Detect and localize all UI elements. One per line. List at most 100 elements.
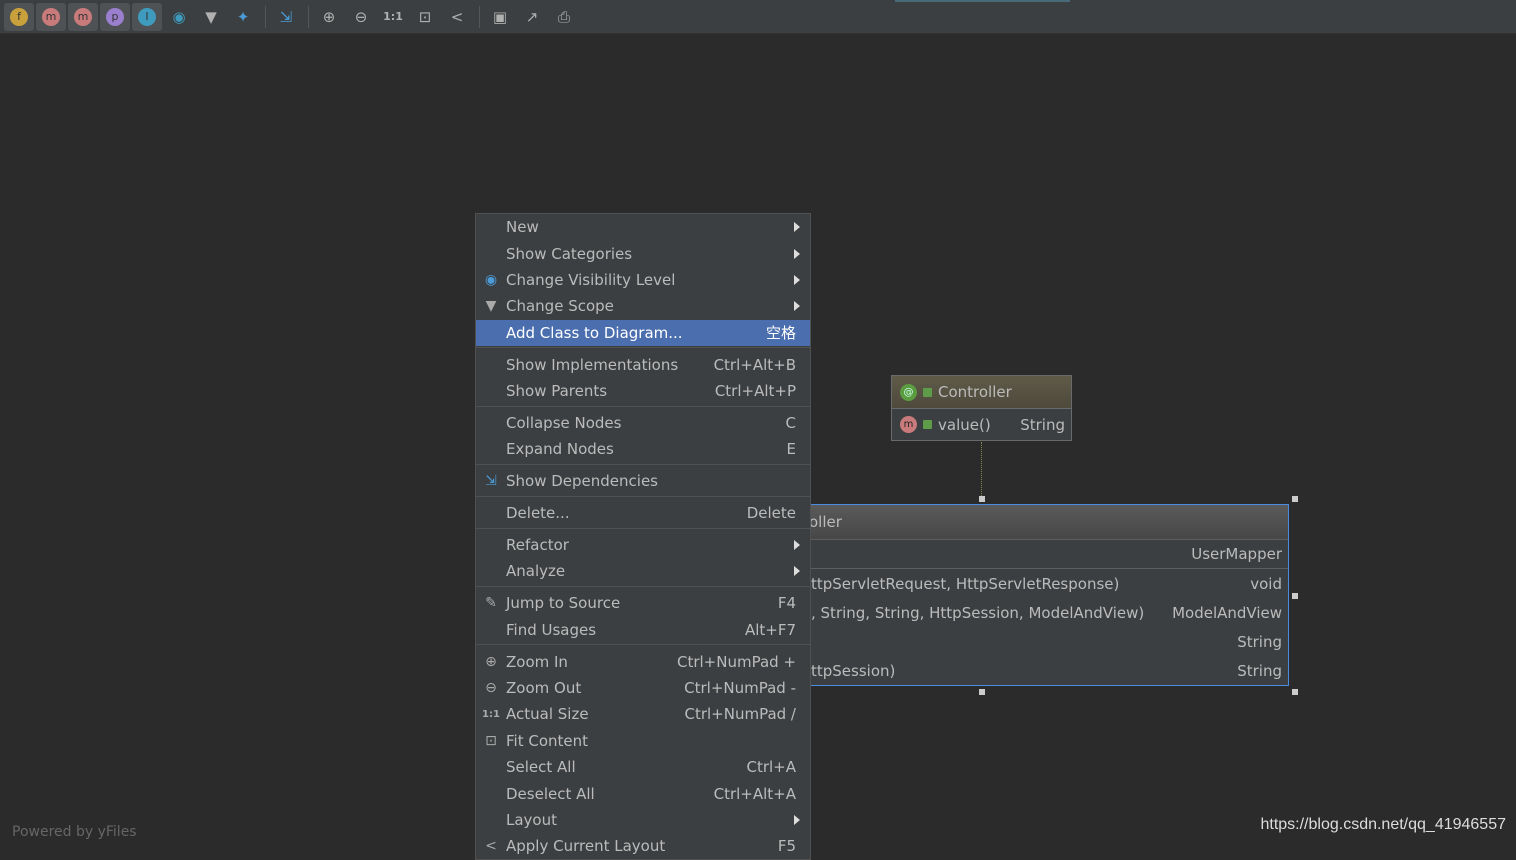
menu-item-shortcut: C [785, 413, 796, 432]
dependency-edge [981, 442, 982, 498]
fit-content-icon: ⊡ [485, 732, 497, 749]
menu-item-label: Show Parents [506, 382, 608, 401]
fields-button[interactable]: f [4, 2, 34, 31]
fit-content-button[interactable]: ⊡ [410, 3, 440, 31]
actual-size-button[interactable]: 1:1 [378, 3, 408, 31]
menu-item-label: Zoom In [506, 652, 568, 671]
menu-item-label: Add Class to Diagram... [506, 323, 683, 342]
selection-handle[interactable] [1292, 593, 1298, 599]
menu-item-change-scope[interactable]: ▼ Change Scope [476, 293, 810, 319]
menu-item-expand-nodes[interactable]: Expand Nodes E [476, 436, 810, 462]
toolbar-separator [265, 5, 266, 28]
menu-item-add-class-to-diagram[interactable]: Add Class to Diagram... 空格 [476, 319, 810, 346]
menu-item-label: Refactor [506, 535, 569, 554]
menu-item-shortcut: Ctrl+A [746, 758, 796, 777]
zoom-in-icon: ⊕ [322, 7, 336, 26]
fields-icon: f [10, 7, 28, 26]
selection-handle[interactable] [1292, 496, 1298, 502]
menu-item-shortcut: Alt+F7 [744, 620, 796, 639]
menu-item-label: Actual Size [506, 705, 589, 724]
menu-item-show-categories[interactable]: Show Categories [476, 240, 810, 266]
save-icon: ▣ [492, 7, 508, 26]
member-signature: ttpSession) [811, 661, 896, 680]
actual-size-icon: 1:1 [383, 10, 403, 23]
controller-node[interactable]: @ Controller m value() String [891, 375, 1072, 441]
show-dependencies-star-button[interactable]: ✦ [228, 3, 258, 31]
menu-item-jump-to-source[interactable]: ✎ Jump to Source F4 [476, 590, 810, 616]
menu-item-label: Collapse Nodes [506, 413, 622, 432]
inner-classes-button[interactable]: I [132, 2, 162, 31]
export-button[interactable]: ↗ [517, 3, 547, 31]
menu-item-collapse-nodes[interactable]: Collapse Nodes C [476, 410, 810, 436]
selection-handle[interactable] [1292, 689, 1298, 695]
menu-item-fit-content[interactable]: ⊡ Fit Content [476, 728, 810, 754]
menu-item-layout[interactable]: Layout [476, 807, 810, 833]
method-name: value() [938, 415, 991, 434]
menu-item-apply-current-layout[interactable]: < Apply Current Layout F5 [476, 833, 810, 859]
menu-item-label: Show Categories [506, 244, 633, 263]
menu-item-show-dependencies[interactable]: ⇲ Show Dependencies [476, 468, 810, 494]
member-row[interactable]: ttpServletRequest, HttpServletResponse) v… [781, 569, 1288, 598]
member-row[interactable]: String [781, 627, 1288, 656]
member-type: ModelAndView [1172, 603, 1282, 622]
visibility-button[interactable]: ◉ [164, 3, 194, 31]
member-row[interactable]: ttpSession) String [781, 656, 1288, 685]
menu-item-show-parents[interactable]: Show Parents Ctrl+Alt+P [476, 378, 810, 404]
properties-icon: p [106, 7, 124, 26]
menu-item-show-implementations[interactable]: Show Implementations Ctrl+Alt+B [476, 351, 810, 377]
show-dependencies-star-icon: ✦ [236, 7, 250, 26]
filter-button[interactable]: ▼ [196, 3, 226, 31]
zoom-out-icon: ⊖ [485, 679, 497, 696]
layout-button[interactable]: < [442, 3, 472, 31]
filter-icon: ▼ [485, 298, 497, 315]
menu-item-select-all[interactable]: Select All Ctrl+A [476, 754, 810, 780]
menu-item-shortcut: Ctrl+Alt+P [714, 382, 796, 401]
filter-icon: ▼ [205, 7, 217, 26]
show-dependencies-button[interactable]: ⇲ [271, 3, 301, 31]
menu-item-change-visibility-level[interactable]: ◉ Change Visibility Level [476, 267, 810, 293]
print-button[interactable]: ⎙ [549, 3, 579, 31]
menu-item-new[interactable]: New [476, 214, 810, 240]
submenu-arrow-icon [794, 248, 800, 259]
menu-item-zoom-out[interactable]: ⊖ Zoom Out Ctrl+NumPad - [476, 675, 810, 701]
controller-node-header: @ Controller [892, 376, 1071, 409]
menu-item-actual-size[interactable]: 1:1 Actual Size Ctrl+NumPad / [476, 701, 810, 727]
context-menu: New Show Categories ◉ Change Visibility Lev… [475, 213, 811, 860]
user-controller-node[interactable]: oller UserMapper ttpServletRequest, HttpS… [780, 504, 1289, 686]
export-icon: ↗ [525, 7, 539, 26]
diagram-toolbar: f m m p I ◉ ▼ ✦ ⇲ ⊕ ⊖ 1:1 ⊡ < ▣ ↗ ⎙ [0, 0, 1516, 34]
menu-item-label: New [506, 218, 539, 237]
properties-button[interactable]: p [100, 2, 130, 31]
member-row[interactable]: UserMapper [781, 540, 1288, 569]
menu-item-delete[interactable]: Delete... Delete [476, 500, 810, 526]
menu-item-shortcut: Ctrl+NumPad - [684, 678, 796, 697]
menu-item-find-usages[interactable]: Find Usages Alt+F7 [476, 616, 810, 642]
menu-item-label: Layout [506, 810, 557, 829]
inner-classes-icon: I [138, 7, 156, 26]
zoom-out-button[interactable]: ⊖ [346, 3, 376, 31]
menu-item-refactor[interactable]: Refactor [476, 532, 810, 558]
selection-handle[interactable] [979, 689, 985, 695]
menu-item-shortcut: Ctrl+NumPad + [676, 652, 796, 671]
menu-item-label: Analyze [506, 562, 566, 581]
fit-content-icon: ⊡ [418, 7, 432, 26]
method-type: String [1020, 415, 1065, 434]
selection-handle[interactable] [979, 496, 985, 502]
print-icon: ⎙ [557, 7, 570, 26]
zoom-in-button[interactable]: ⊕ [314, 3, 344, 31]
member-type: UserMapper [1191, 545, 1282, 563]
methods-icon: m [74, 7, 92, 26]
member-type: void [1250, 574, 1282, 593]
menu-item-zoom-in[interactable]: ⊕ Zoom In Ctrl+NumPad + [476, 648, 810, 674]
member-row[interactable]: , String, String, HttpSession, ModelAndV… [781, 598, 1288, 627]
methods-button[interactable]: m [68, 2, 98, 31]
visibility-icon: ◉ [484, 271, 498, 288]
submenu-arrow-icon [794, 814, 800, 825]
controller-method-row[interactable]: m value() String [892, 409, 1071, 440]
menu-item-analyze[interactable]: Analyze [476, 558, 810, 584]
menu-item-deselect-all[interactable]: Deselect All Ctrl+Alt+A [476, 780, 810, 806]
constructors-button[interactable]: m [36, 2, 66, 31]
member-type: String [1237, 632, 1282, 651]
menu-item-label: Expand Nodes [506, 440, 614, 459]
save-button[interactable]: ▣ [485, 3, 515, 31]
